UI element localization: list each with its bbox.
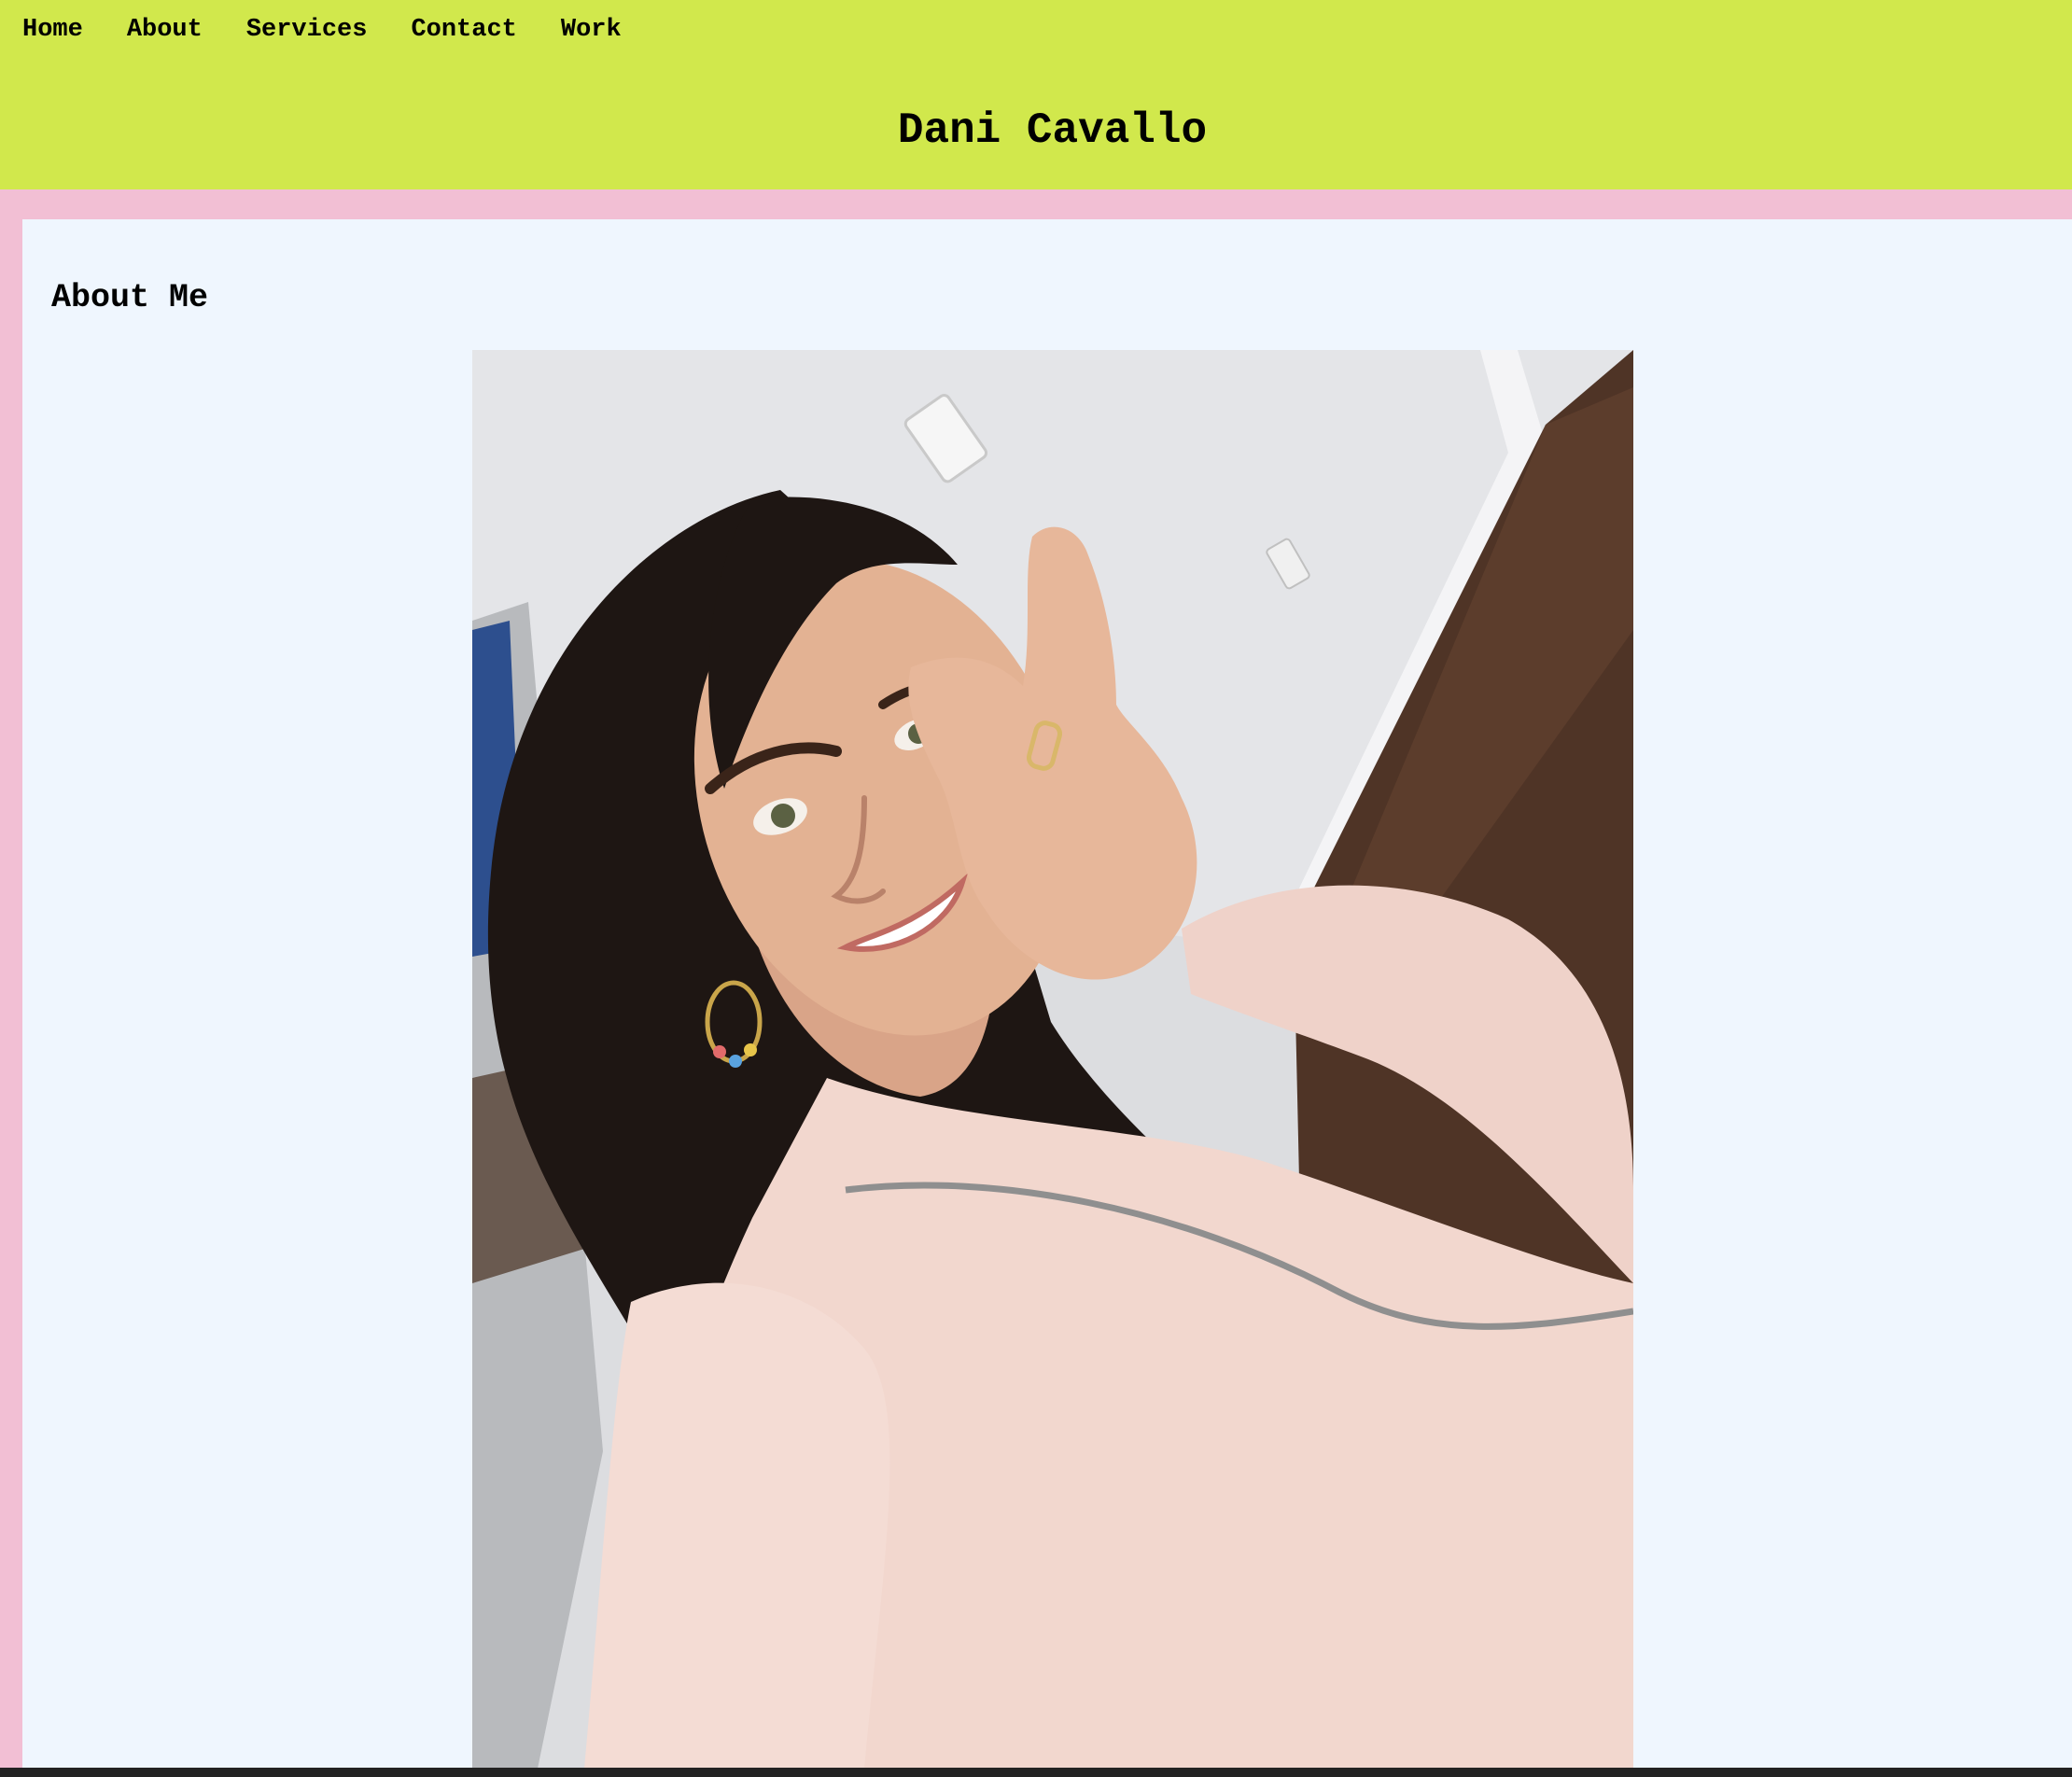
main-nav: Home About Services Contact Work xyxy=(22,13,665,47)
nav-home-link[interactable]: Home xyxy=(22,13,83,47)
window-bottom-edge xyxy=(0,1768,2072,1777)
nav-contact-link[interactable]: Contact xyxy=(411,13,516,47)
nav-work-link[interactable]: Work xyxy=(561,13,622,47)
nav-services-link[interactable]: Services xyxy=(246,13,368,47)
page: Home About Services Contact Work Dani Ca… xyxy=(0,0,2072,1777)
site-title: Dani Cavallo xyxy=(897,106,1208,155)
main-content: About Me xyxy=(22,219,2072,1769)
profile-photo-illustration xyxy=(472,350,1633,1769)
nav-about-link[interactable]: About xyxy=(127,13,203,47)
about-heading: About Me xyxy=(51,279,209,316)
profile-photo xyxy=(472,350,1633,1769)
site-header: Home About Services Contact Work Dani Ca… xyxy=(0,0,2072,189)
